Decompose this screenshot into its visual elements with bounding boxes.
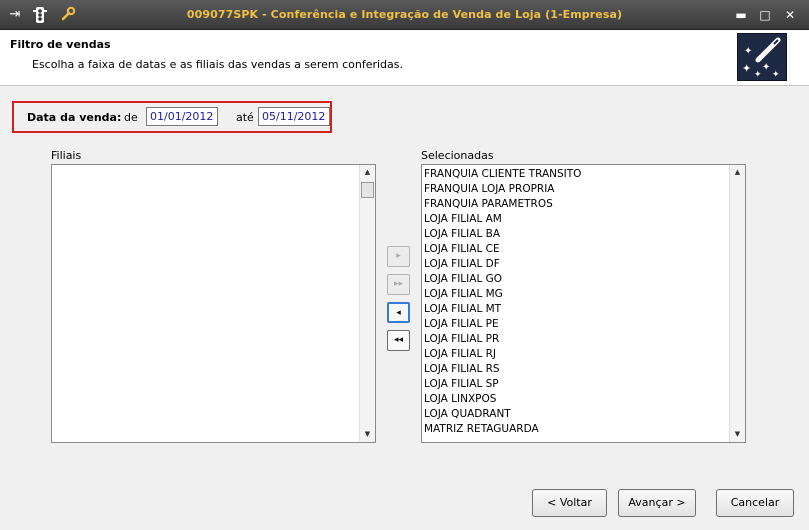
window-title: 009077SPK - Conferência e Integração de … xyxy=(186,8,623,21)
list-item[interactable]: FRANQUIA CLIENTE TRANSITO xyxy=(424,167,727,182)
selecionadas-scrollbar[interactable]: ▲ ▼ xyxy=(729,165,745,442)
list-item[interactable]: LOJA QUADRANT xyxy=(424,407,727,422)
selecionadas-listbox[interactable]: FRANQUIA CLIENTE TRANSITO FRANQUIA LOJA P… xyxy=(421,164,746,443)
scroll-down-arrow-icon[interactable]: ▼ xyxy=(360,427,375,442)
list-item[interactable]: LOJA FILIAL RS xyxy=(424,362,727,377)
svg-text:✦: ✦ xyxy=(762,62,770,73)
page-title: Filtro de vendas xyxy=(10,38,111,51)
date-from-label: de xyxy=(124,111,138,124)
list-item[interactable]: LOJA FILIAL RJ xyxy=(424,347,727,362)
filiais-scrollbar[interactable]: ▲ ▼ xyxy=(359,165,375,442)
remove-one-button[interactable]: ◂ xyxy=(387,302,410,323)
wizard-header: Filtro de vendas Escolha a faixa de data… xyxy=(0,30,809,86)
list-item[interactable]: LOJA LINXPOS xyxy=(424,392,727,407)
date-filter-label: Data da venda: xyxy=(27,111,122,124)
remove-all-button[interactable]: ◂◂ xyxy=(387,330,410,351)
list-item[interactable]: LOJA FILIAL CE xyxy=(424,242,727,257)
list-item[interactable]: LOJA FILIAL GO xyxy=(424,272,727,287)
scroll-up-arrow-icon[interactable]: ▲ xyxy=(730,165,745,180)
next-button[interactable]: Avançar > xyxy=(618,489,696,517)
list-item[interactable]: LOJA FILIAL BA xyxy=(424,227,727,242)
cancel-button[interactable]: Cancelar xyxy=(716,489,794,517)
back-button[interactable]: < Voltar xyxy=(532,489,607,517)
list-item[interactable]: LOJA FILIAL SP xyxy=(424,377,727,392)
list-item[interactable]: LOJA FILIAL PE xyxy=(424,317,727,332)
svg-text:✦: ✦ xyxy=(742,62,751,75)
magic-wand-stars-icon: ✦ ✦ ✦ ✦ ✦ xyxy=(737,33,787,81)
title-bar: ⇥ 009077SPK - Conferência e Integração d… xyxy=(0,0,809,30)
svg-text:✦: ✦ xyxy=(754,70,762,80)
close-button[interactable]: ✕ xyxy=(782,7,798,23)
date-to-input[interactable] xyxy=(258,107,330,126)
svg-text:✦: ✦ xyxy=(772,70,780,80)
selecionadas-items: FRANQUIA CLIENTE TRANSITO FRANQUIA LOJA P… xyxy=(424,167,727,437)
filiais-listbox[interactable]: ▲ ▼ xyxy=(51,164,376,443)
svg-text:✦: ✦ xyxy=(744,46,752,57)
scroll-thumb[interactable] xyxy=(361,182,374,198)
filiais-label: Filiais xyxy=(51,149,82,162)
selecionadas-label: Selecionadas xyxy=(421,149,494,162)
date-filter-group: Data da venda: de até xyxy=(12,101,332,133)
list-item[interactable]: MATRIZ RETAGUARDA xyxy=(424,422,727,437)
list-item[interactable]: FRANQUIA LOJA PROPRIA xyxy=(424,182,727,197)
add-one-button[interactable]: ▸ xyxy=(387,246,410,267)
page-subtitle: Escolha a faixa de datas e as filiais da… xyxy=(32,58,403,71)
scroll-down-arrow-icon[interactable]: ▼ xyxy=(730,427,745,442)
minimize-button[interactable]: ▬ xyxy=(733,7,749,23)
date-from-input[interactable] xyxy=(146,107,218,126)
maximize-button[interactable]: □ xyxy=(757,7,773,23)
date-to-label: até xyxy=(236,111,254,124)
list-item[interactable]: LOJA FILIAL PR xyxy=(424,332,727,347)
add-all-button[interactable]: ▸▸ xyxy=(387,274,410,295)
scroll-up-arrow-icon[interactable]: ▲ xyxy=(360,165,375,180)
list-item[interactable]: LOJA FILIAL DF xyxy=(424,257,727,272)
list-item[interactable]: FRANQUIA PARAMETROS xyxy=(424,197,727,212)
list-item[interactable]: LOJA FILIAL AM xyxy=(424,212,727,227)
list-item[interactable]: LOJA FILIAL MT xyxy=(424,302,727,317)
list-item[interactable]: LOJA FILIAL MG xyxy=(424,287,727,302)
